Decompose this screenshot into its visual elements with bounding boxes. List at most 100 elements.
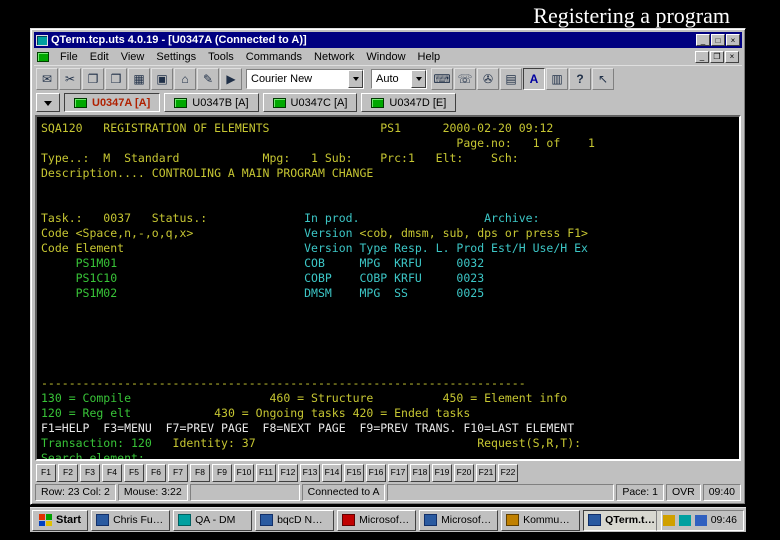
- taskbar-button-label: Kommunika...: [523, 514, 575, 526]
- terminal-line: Transaction: 120 Identity: 37 Request(S,…: [41, 436, 582, 450]
- paste-icon[interactable]: ❒: [105, 67, 127, 90]
- mdi-close-button[interactable]: ×: [725, 50, 739, 63]
- fkey-f16[interactable]: F16: [366, 463, 386, 482]
- tab-label: U0347A [A]: [92, 96, 151, 109]
- host-icon[interactable]: ⌂: [174, 67, 196, 90]
- menu-view[interactable]: View: [115, 50, 151, 64]
- menu-file[interactable]: File: [54, 50, 84, 64]
- fkey-f9[interactable]: F9: [212, 463, 232, 482]
- fkey-f3[interactable]: F3: [80, 463, 100, 482]
- fkey-f21[interactable]: F21: [476, 463, 496, 482]
- fkey-f18[interactable]: F18: [410, 463, 430, 482]
- tab-u0347b-a[interactable]: U0347B [A]: [164, 93, 259, 112]
- help-icon[interactable]: ?: [569, 67, 591, 90]
- taskbar-app-icon: [178, 514, 192, 526]
- tray-modem-icon[interactable]: [662, 514, 675, 526]
- taskbar-app-icon: [424, 514, 438, 526]
- fkey-f1[interactable]: F1: [36, 463, 56, 482]
- fkey-f7[interactable]: F7: [168, 463, 188, 482]
- menu-window[interactable]: Window: [360, 50, 411, 64]
- taskbar-button-microsoft-p[interactable]: Microsoft P...: [419, 509, 499, 531]
- fkey-f4[interactable]: F4: [102, 463, 122, 482]
- minimize-button[interactable]: _: [696, 34, 710, 46]
- fkey-f17[interactable]: F17: [388, 463, 408, 482]
- fkey-f11[interactable]: F11: [256, 463, 276, 482]
- save-icon[interactable]: ✇: [477, 67, 499, 90]
- tab-u0347c-a[interactable]: U0347C [A]: [262, 93, 358, 112]
- context-help-icon[interactable]: ↖: [592, 67, 614, 90]
- fkey-f13[interactable]: F13: [300, 463, 320, 482]
- menu-settings[interactable]: Settings: [150, 50, 202, 64]
- window-titlebar[interactable]: QTerm.tcp.uts 4.0.19 - [U0347A (Connecte…: [34, 32, 742, 48]
- app-icon: [36, 34, 48, 46]
- run-icon[interactable]: ▶: [220, 67, 242, 90]
- print-icon[interactable]: ▤: [500, 67, 522, 90]
- session-dropdown-button[interactable]: [36, 93, 60, 112]
- mode-select[interactable]: Auto: [371, 68, 427, 89]
- font-select[interactable]: Courier New: [246, 68, 364, 89]
- mark-icon[interactable]: ▦: [128, 67, 150, 90]
- fkey-f15[interactable]: F15: [344, 463, 364, 482]
- tab-u0347d-e[interactable]: U0347D [E]: [361, 93, 457, 112]
- status-mode: OVR: [665, 484, 701, 501]
- taskbar-button-label: bqcD NCK...: [277, 514, 329, 526]
- menu-commands[interactable]: Commands: [240, 50, 308, 64]
- keyboard-map-icon[interactable]: ⌨: [431, 67, 453, 90]
- menu-network[interactable]: Network: [308, 50, 360, 64]
- screen-icon[interactable]: ▣: [151, 67, 173, 90]
- fkey-f5[interactable]: F5: [124, 463, 144, 482]
- tray-volume-icon[interactable]: [694, 514, 707, 526]
- fkey-f2[interactable]: F2: [58, 463, 78, 482]
- phone-icon[interactable]: ☏: [454, 67, 476, 90]
- mdi-child-icon[interactable]: [37, 51, 49, 62]
- chevron-down-icon[interactable]: [411, 69, 426, 88]
- copy-icon[interactable]: ❐: [82, 67, 104, 90]
- taskbar-button-qterm-tc[interactable]: QTerm.tc...: [583, 509, 663, 531]
- tray-network-icon[interactable]: [678, 514, 691, 526]
- start-button[interactable]: Start: [32, 509, 89, 531]
- menu-tools[interactable]: Tools: [202, 50, 240, 64]
- mdi-minimize-button[interactable]: _: [695, 50, 709, 63]
- status-filler: [189, 484, 300, 501]
- edit-icon[interactable]: ✎: [197, 67, 219, 90]
- system-tray: 09:46: [655, 509, 744, 531]
- mdi-restore-button[interactable]: ❐: [710, 50, 724, 63]
- cut-icon[interactable]: ✂: [59, 67, 81, 90]
- terminal-line: PS1M02 DMSM MPG SS 0025: [41, 286, 485, 300]
- terminal-line: Type..: M Standard Mpg: 1 Sub: Prc:1 Elt…: [41, 151, 519, 165]
- maximize-button[interactable]: □: [711, 34, 725, 46]
- terminal-line: SQA120 REGISTRATION OF ELEMENTS PS1 2000…: [41, 121, 554, 135]
- fkey-f22[interactable]: F22: [498, 463, 518, 482]
- chevron-down-icon[interactable]: [348, 69, 363, 88]
- new-session-icon[interactable]: ✉: [36, 67, 58, 90]
- menu-help[interactable]: Help: [412, 50, 447, 64]
- taskbar-button-chris-furme[interactable]: Chris Furme...: [91, 509, 171, 531]
- taskbar-button-microsoft-w[interactable]: Microsoft W...: [337, 509, 417, 531]
- fkey-f20[interactable]: F20: [454, 463, 474, 482]
- taskbar-app-icon: [506, 514, 520, 526]
- function-key-bar: F1 F2 F3 F4 F5 F6 F7 F8 F9 F10 F11 F12 F13 F14 F15 F16 F…: [34, 462, 742, 483]
- chart-icon[interactable]: ▥: [546, 67, 568, 90]
- fkey-f8[interactable]: F8: [190, 463, 210, 482]
- fkey-f10[interactable]: F10: [234, 463, 254, 482]
- fkey-f12[interactable]: F12: [278, 463, 298, 482]
- status-bar: Row: 23 Col: 2 Mouse: 3:22 Connected to …: [34, 483, 742, 501]
- window-title: QTerm.tcp.uts 4.0.19 - [U0347A (Connecte…: [51, 34, 307, 46]
- taskbar-button-label: QTerm.tc...: [605, 514, 658, 526]
- menu-edit[interactable]: Edit: [84, 50, 115, 64]
- fkey-f6[interactable]: F6: [146, 463, 166, 482]
- terminal-screen-icon: [272, 97, 286, 108]
- terminal-screen[interactable]: SQA120 REGISTRATION OF ELEMENTS PS1 2000…: [35, 115, 741, 461]
- fkey-f19[interactable]: F19: [432, 463, 452, 482]
- qterm-window: QTerm.tcp.uts 4.0.19 - [U0347A (Connecte…: [30, 28, 746, 505]
- taskbar-button-kommunika[interactable]: Kommunika...: [501, 509, 581, 531]
- taskbar-button-qa-dm[interactable]: QA - DM: [173, 509, 253, 531]
- tab-u0347a-a[interactable]: U0347A [A]: [64, 93, 161, 112]
- close-button[interactable]: ×: [726, 34, 740, 46]
- font-icon[interactable]: A: [523, 67, 545, 90]
- taskbar-button-label: Microsoft P...: [441, 514, 493, 526]
- taskbar-button-label: QA - DM: [195, 514, 236, 526]
- fkey-f14[interactable]: F14: [322, 463, 342, 482]
- taskbar-button-bqcd-nck[interactable]: bqcD NCK...: [255, 509, 335, 531]
